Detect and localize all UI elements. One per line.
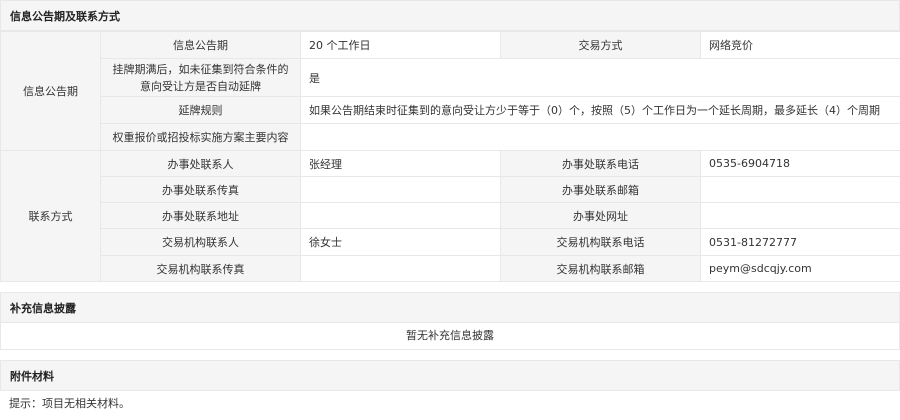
table-row: 权重报价或招投标实施方案主要内容	[1, 123, 900, 151]
agency-fax-value	[300, 255, 501, 282]
trade-method-value: 网络竞价	[700, 31, 900, 59]
weight-plan-label: 权重报价或招投标实施方案主要内容	[100, 123, 301, 151]
office-fax-value	[300, 176, 501, 203]
table-row: 交易机构联系传真 交易机构联系邮箱 peym@sdcqjy.com	[1, 255, 900, 282]
agency-fax-label: 交易机构联系传真	[100, 255, 301, 282]
agency-email-label: 交易机构联系邮箱	[500, 255, 701, 282]
office-fax-label: 办事处联系传真	[100, 176, 301, 203]
agency-phone-value: 0531-81272777	[700, 228, 900, 256]
agency-contact-label: 交易机构联系人	[100, 228, 301, 256]
extend-rule-label: 延牌规则	[100, 96, 301, 124]
office-phone-label: 办事处联系电话	[500, 150, 701, 177]
office-address-value	[300, 202, 501, 229]
office-website-value	[700, 202, 900, 229]
announcement-section-title: 信息公告期及联系方式	[0, 0, 900, 31]
office-email-label: 办事处联系邮箱	[500, 176, 701, 203]
office-contact-value: 张经理	[300, 150, 501, 177]
agency-email-value: peym@sdcqjy.com	[700, 255, 900, 282]
table-row: 交易机构联系人 徐女士 交易机构联系电话 0531-81272777	[1, 228, 900, 256]
supplement-empty-message: 暂无补充信息披露	[0, 323, 900, 350]
agency-contact-value: 徐女士	[300, 228, 501, 256]
office-website-label: 办事处网址	[500, 202, 701, 229]
attachments-section-title: 附件材料	[0, 360, 900, 391]
table-row: 联系方式 办事处联系人 张经理 办事处联系电话 0535-6904718	[0, 150, 900, 282]
attachments-note: 提示：项目无相关材料。	[9, 397, 130, 410]
table-row: 挂牌期满后，如未征集到符合条件的意向受让方是否自动延牌 是	[1, 58, 900, 97]
contacts-group-label: 联系方式	[0, 150, 101, 282]
weight-plan-value	[300, 123, 900, 151]
extend-rule-value: 如果公告期结束时征集到的意向受让方少于等于（0）个，按照（5）个工作日为一个延长…	[300, 96, 900, 124]
table-row: 延牌规则 如果公告期结束时征集到的意向受让方少于等于（0）个，按照（5）个工作日…	[1, 96, 900, 124]
office-contact-label: 办事处联系人	[100, 150, 301, 177]
period-value: 20 个工作日	[300, 31, 501, 59]
announcement-contact-table: 信息公告期 信息公告期 20 个工作日 交易方式 网络竞价 挂牌期满后，如未征集…	[0, 31, 900, 282]
table-row: 办事处联系传真 办事处联系邮箱	[1, 176, 900, 203]
table-row: 办事处联系地址 办事处网址	[1, 202, 900, 229]
office-email-value	[700, 176, 900, 203]
office-phone-value: 0535-6904718	[700, 150, 900, 177]
office-address-label: 办事处联系地址	[100, 202, 301, 229]
supplement-section-title: 补充信息披露	[0, 292, 900, 323]
period-label: 信息公告期	[100, 31, 301, 59]
trade-method-label: 交易方式	[500, 31, 701, 59]
project-detail-page: 信息公告期及联系方式 信息公告期 信息公告期 20 个工作日 交易方式 网络竞价…	[0, 0, 900, 416]
table-row: 信息公告期 信息公告期 20 个工作日 交易方式 网络竞价	[0, 31, 900, 151]
auto-extend-answer: 是	[300, 58, 900, 97]
auto-extend-question: 挂牌期满后，如未征集到符合条件的意向受让方是否自动延牌	[100, 58, 301, 97]
announcement-group-label: 信息公告期	[0, 31, 101, 151]
agency-phone-label: 交易机构联系电话	[500, 228, 701, 256]
